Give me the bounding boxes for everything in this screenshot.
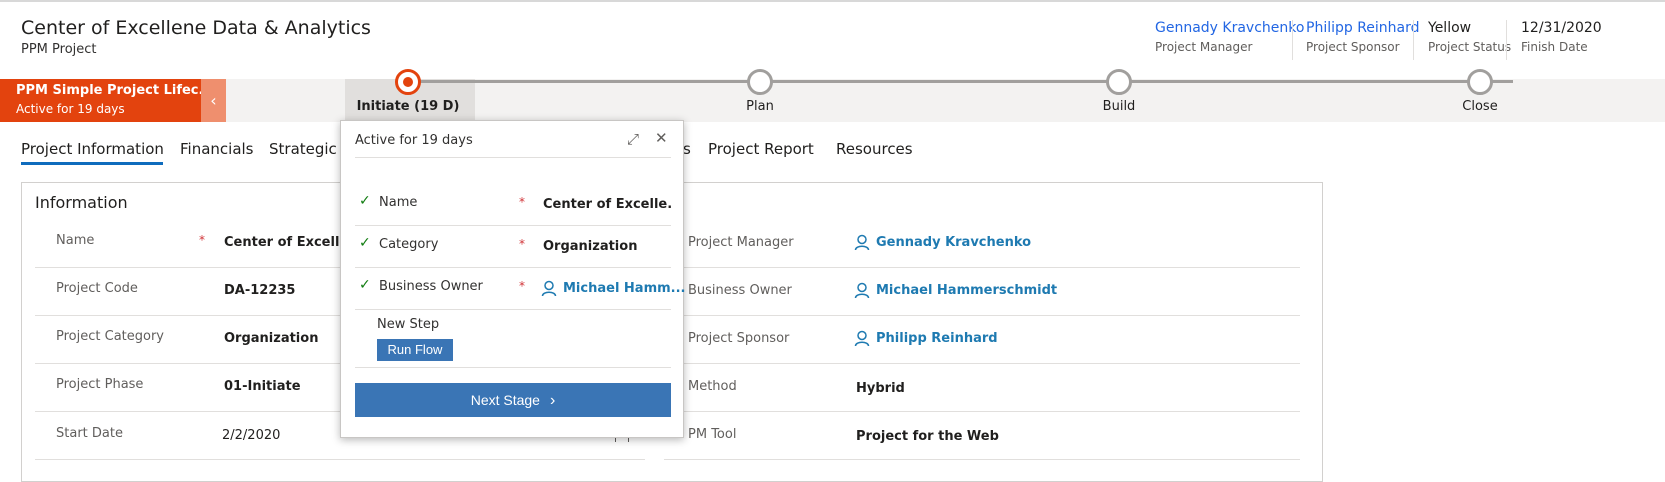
process-status: Active for 19 days [16,102,125,116]
field-label: PM Tool [688,427,737,442]
header-divider [1292,20,1293,60]
flyout-divider [355,309,671,310]
field-label: Name [56,233,95,248]
business-process-flow [0,79,1665,122]
stage-plan-dot-icon[interactable] [747,69,773,95]
flyout-field-value-name[interactable]: Center of Excelle... [543,197,673,212]
lookup-value[interactable]: Philipp Reinhard [876,331,998,346]
stage-build-label[interactable]: Build [1059,99,1179,114]
stage-build-dot-icon[interactable] [1106,69,1132,95]
stage-flyout: Active for 19 days ⤢ ✕ ✓ Name * Center o… [340,120,685,438]
flyout-field-value-category[interactable]: Organization [543,239,673,254]
page-subtitle: PPM Project [21,42,97,57]
flyout-field-label: Name [379,195,418,210]
person-icon [541,280,557,297]
next-stage-button[interactable]: Next Stage › [355,383,671,417]
header-field-project-manager[interactable]: Gennady Kravchenko Project Manager [1155,20,1304,60]
flyout-header: Active for 19 days [355,133,473,148]
tab-financials[interactable]: Financials [180,140,254,158]
lookup-value[interactable]: Gennady Kravchenko [876,235,1031,250]
new-step-label: New Step [377,317,440,332]
chevron-right-icon: › [549,392,556,409]
header-value[interactable]: Philipp Reinhard [1306,20,1420,36]
flyout-field-label: Category [379,237,439,252]
close-icon[interactable]: ✕ [655,129,668,147]
required-marker: * [519,279,525,293]
expand-icon[interactable]: ⤢ [627,130,639,148]
header-field-project-sponsor[interactable]: Philipp Reinhard Project Sponsor [1306,20,1420,60]
check-icon: ✓ [359,235,371,251]
header-label: Finish Date [1521,40,1588,54]
field-label: Project Category [56,329,164,344]
process-name-flag[interactable]: PPM Simple Project Lifec... Active for 1… [0,79,214,122]
check-icon: ✓ [359,193,371,209]
header-field-project-status: Yellow Project Status [1428,20,1511,60]
header-divider [1413,20,1414,60]
stage-initiate-dot-icon[interactable] [395,69,421,95]
field-label: Start Date [56,426,123,441]
flyout-divider [355,157,671,158]
field-label: Method [688,379,737,394]
stage-initiate-label[interactable]: Initiate (19 D) [348,99,468,114]
header-value[interactable]: Gennady Kravchenko [1155,20,1304,36]
header-value: Yellow [1428,20,1472,36]
next-stage-label: Next Stage [470,392,540,408]
field-label: Business Owner [688,283,792,298]
field-value-start-date[interactable]: 2/2/2020 [222,428,280,443]
field-row-method [664,364,1300,412]
field-value-project-phase[interactable]: 01-Initiate [224,379,301,394]
tab-project-information[interactable]: Project Information [21,140,164,158]
stage-close-dot-icon[interactable] [1467,69,1493,95]
flyout-divider [355,267,671,268]
flyout-divider [355,225,671,226]
field-label: Project Code [56,281,138,296]
tab-partial[interactable]: s [683,140,691,158]
field-label: Project Manager [688,235,794,250]
stage-plan-label[interactable]: Plan [700,99,820,114]
required-marker: * [199,233,205,247]
field-label: Project Phase [56,377,144,392]
field-value-pm-tool[interactable]: Project for the Web [856,429,999,444]
stage-close-label[interactable]: Close [1420,99,1540,114]
top-border [0,0,1665,2]
header-label: Project Manager [1155,40,1253,54]
header-divider [1506,20,1507,60]
person-icon [854,330,870,347]
required-marker: * [519,195,525,209]
header-label: Project Sponsor [1306,40,1400,54]
field-value-project-category[interactable]: Organization [224,331,318,346]
process-name: PPM Simple Project Lifec... [16,83,214,98]
tab-project-report[interactable]: Project Report [708,140,814,158]
tab-selected-indicator [21,162,163,165]
field-value-method[interactable]: Hybrid [856,381,905,396]
person-icon [854,234,870,251]
page-title: Center of Excellene Data & Analytics [21,17,371,39]
field-value-project-code[interactable]: DA-12235 [224,283,295,298]
required-marker: * [519,237,525,251]
lookup-value[interactable]: Michael Hamm... [563,281,685,296]
flyout-field-label: Business Owner [379,279,483,294]
header-label: Project Status [1428,40,1512,54]
flyout-divider [355,367,671,368]
run-flow-button[interactable]: Run Flow [377,339,453,361]
check-icon: ✓ [359,277,371,293]
tab-resources[interactable]: Resources [836,140,913,158]
lookup-value[interactable]: Michael Hammerschmidt [876,283,1057,298]
stage-track [408,80,1513,83]
field-label: Project Sponsor [688,331,790,346]
header-value: 12/31/2020 [1521,20,1602,36]
section-title: Information [35,193,128,212]
collapse-chevron-icon[interactable]: ‹ [201,79,226,122]
person-icon [854,282,870,299]
header-field-finish-date: 12/31/2020 Finish Date [1521,20,1602,60]
